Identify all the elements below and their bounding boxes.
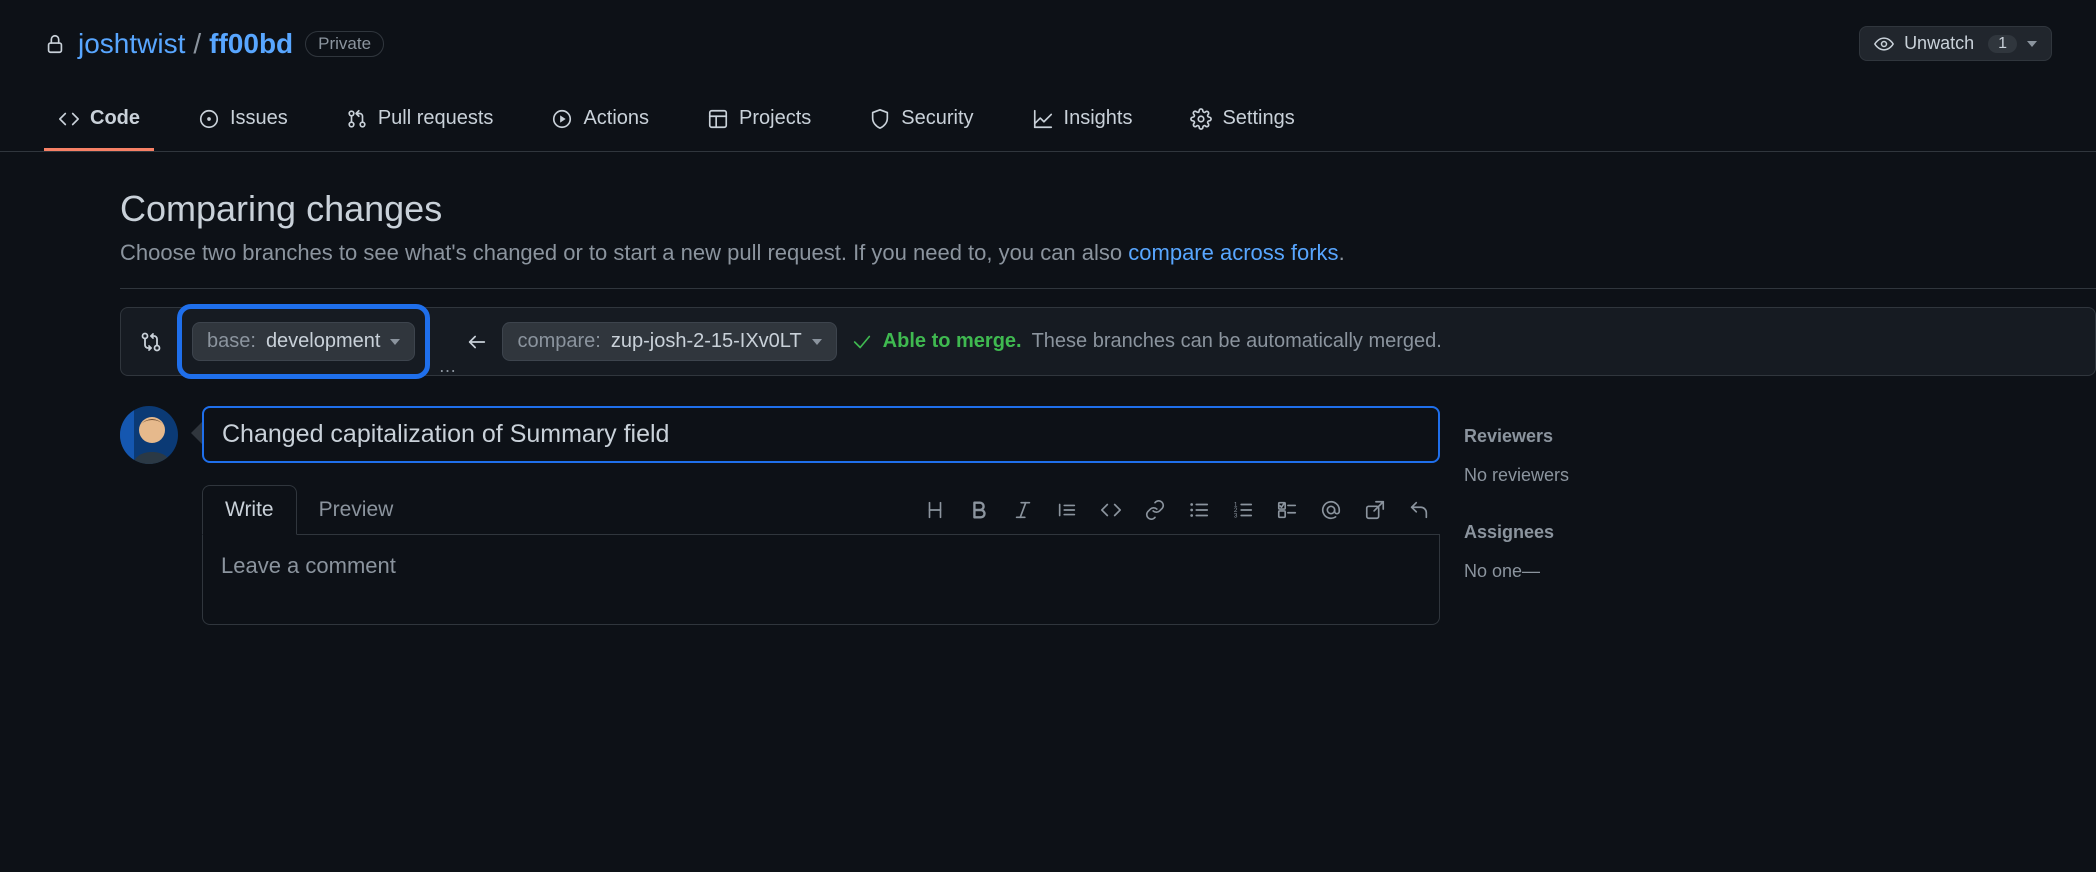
caret-down-icon bbox=[2027, 41, 2037, 47]
page-title: Comparing changes bbox=[120, 188, 2096, 230]
bold-icon[interactable] bbox=[968, 499, 990, 521]
arrow-left-icon bbox=[466, 331, 488, 353]
tab-label: Security bbox=[901, 107, 973, 130]
tab-insights[interactable]: Insights bbox=[1018, 95, 1147, 151]
merge-status: Able to merge. These branches can be aut… bbox=[851, 330, 2077, 353]
code-icon[interactable] bbox=[1100, 499, 1122, 521]
pr-comment-input[interactable] bbox=[202, 535, 1440, 625]
merge-status-ok: Able to merge. bbox=[883, 330, 1022, 353]
reviewers-body: No reviewers bbox=[1464, 465, 2096, 486]
tab-label: Settings bbox=[1222, 107, 1294, 130]
caret-down-icon bbox=[390, 339, 400, 345]
mention-icon[interactable] bbox=[1320, 499, 1342, 521]
tab-label: Pull requests bbox=[378, 107, 494, 130]
tab-projects[interactable]: Projects bbox=[693, 95, 825, 151]
compare-across-forks-link[interactable]: compare across forks bbox=[1128, 240, 1338, 265]
task-list-icon[interactable] bbox=[1276, 499, 1298, 521]
watch-count: 1 bbox=[1988, 35, 2017, 53]
write-tab[interactable]: Write bbox=[202, 485, 297, 535]
avatar-image bbox=[120, 406, 178, 464]
eye-icon bbox=[1874, 34, 1894, 54]
assignees-section[interactable]: Assignees No one— bbox=[1464, 522, 2096, 582]
repo-owner-link[interactable]: joshtwist bbox=[78, 28, 185, 60]
reviewers-title: Reviewers bbox=[1464, 426, 2096, 447]
divider bbox=[120, 288, 2096, 289]
compare-branch-selector[interactable]: compare: zup-josh-2-15-IXv0LT bbox=[502, 322, 836, 361]
assignees-body: No one— bbox=[1464, 561, 2096, 582]
repo-title-row: joshtwist / ff00bd Private Unwatch 1 bbox=[44, 26, 2052, 61]
preview-tab[interactable]: Preview bbox=[297, 486, 416, 534]
tab-label: Insights bbox=[1064, 107, 1133, 130]
svg-text:3: 3 bbox=[1234, 512, 1238, 519]
play-icon bbox=[551, 108, 573, 130]
base-branch-selector[interactable]: base: development bbox=[192, 322, 415, 361]
lock-icon bbox=[44, 33, 66, 55]
cross-reference-icon[interactable] bbox=[1364, 499, 1386, 521]
tab-code[interactable]: Code bbox=[44, 95, 154, 151]
ordered-list-icon[interactable]: 123 bbox=[1232, 499, 1254, 521]
reply-icon[interactable] bbox=[1408, 499, 1430, 521]
quote-icon[interactable] bbox=[1056, 499, 1078, 521]
tab-label: Projects bbox=[739, 107, 811, 130]
repo-name-link[interactable]: ff00bd bbox=[209, 28, 293, 60]
projects-icon bbox=[707, 108, 729, 130]
editor-tabs: Write Preview 123 bbox=[202, 485, 1440, 535]
unwatch-label: Unwatch bbox=[1904, 33, 1974, 54]
base-label: base: bbox=[207, 330, 256, 353]
link-icon[interactable] bbox=[1144, 499, 1166, 521]
tab-issues[interactable]: Issues bbox=[184, 95, 302, 151]
tab-settings[interactable]: Settings bbox=[1176, 95, 1308, 151]
tab-label: Actions bbox=[583, 107, 649, 130]
breadcrumb-separator: / bbox=[193, 28, 201, 60]
merge-status-rest: These branches can be automatically merg… bbox=[1032, 330, 1442, 353]
compare-value: zup-josh-2-15-IXv0LT bbox=[611, 330, 802, 353]
base-branch-highlight: base: development bbox=[177, 304, 430, 379]
tab-security[interactable]: Security bbox=[855, 95, 987, 151]
tab-label: Code bbox=[90, 107, 140, 130]
pr-sidebar: Reviewers No reviewers Assignees No one— bbox=[1464, 406, 2096, 631]
pr-area: Write Preview 123 bbox=[120, 406, 2096, 631]
pr-title-input[interactable] bbox=[202, 406, 1440, 463]
git-compare-icon bbox=[139, 330, 163, 354]
repo-tabs: Code Issues Pull requests Actions Projec… bbox=[0, 95, 2096, 152]
page-subtitle: Choose two branches to see what's change… bbox=[120, 240, 2096, 266]
subtitle-text: Choose two branches to see what's change… bbox=[120, 240, 1128, 265]
issue-icon bbox=[198, 108, 220, 130]
gear-icon bbox=[1190, 108, 1212, 130]
tab-label: Issues bbox=[230, 107, 288, 130]
ellipsis-icon: … bbox=[438, 356, 458, 377]
base-value: development bbox=[266, 330, 381, 353]
markdown-toolbar: 123 bbox=[924, 499, 1440, 521]
caret-down-icon bbox=[812, 339, 822, 345]
compare-label: compare: bbox=[517, 330, 600, 353]
reviewers-section[interactable]: Reviewers No reviewers bbox=[1464, 426, 2096, 486]
shield-icon bbox=[869, 108, 891, 130]
pull-request-icon bbox=[346, 108, 368, 130]
subtitle-text-end: . bbox=[1339, 240, 1345, 265]
assignees-title: Assignees bbox=[1464, 522, 2096, 543]
avatar[interactable] bbox=[120, 406, 178, 464]
check-icon bbox=[851, 331, 873, 353]
visibility-badge: Private bbox=[305, 31, 384, 57]
tab-actions[interactable]: Actions bbox=[537, 95, 663, 151]
compare-bar: base: development … compare: zup-josh-2-… bbox=[120, 307, 2096, 376]
tab-pull-requests[interactable]: Pull requests bbox=[332, 95, 508, 151]
repo-header: joshtwist / ff00bd Private Unwatch 1 bbox=[0, 0, 2096, 61]
unordered-list-icon[interactable] bbox=[1188, 499, 1210, 521]
main-content: Comparing changes Choose two branches to… bbox=[0, 152, 2096, 631]
code-icon bbox=[58, 108, 80, 130]
graph-icon bbox=[1032, 108, 1054, 130]
heading-icon[interactable] bbox=[924, 499, 946, 521]
unwatch-button[interactable]: Unwatch 1 bbox=[1859, 26, 2052, 61]
italic-icon[interactable] bbox=[1012, 499, 1034, 521]
repo-breadcrumb: joshtwist / ff00bd bbox=[78, 28, 293, 60]
pr-form: Write Preview 123 bbox=[202, 406, 1440, 631]
